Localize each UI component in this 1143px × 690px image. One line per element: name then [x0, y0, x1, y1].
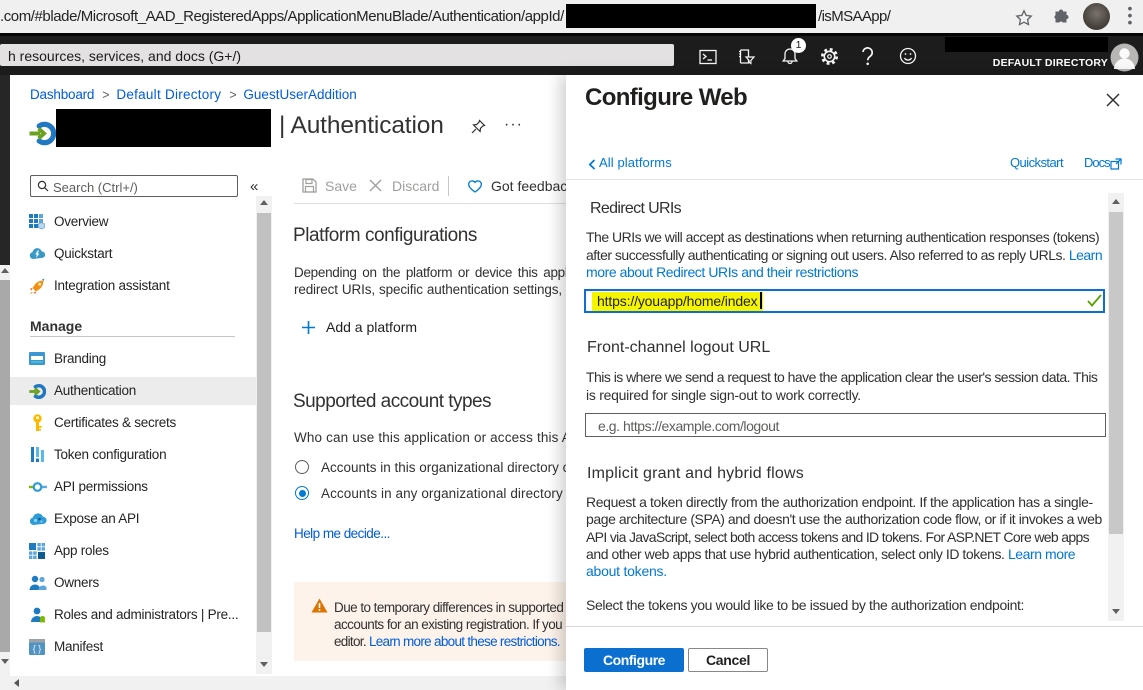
svg-text:{ }: { } — [33, 644, 42, 654]
